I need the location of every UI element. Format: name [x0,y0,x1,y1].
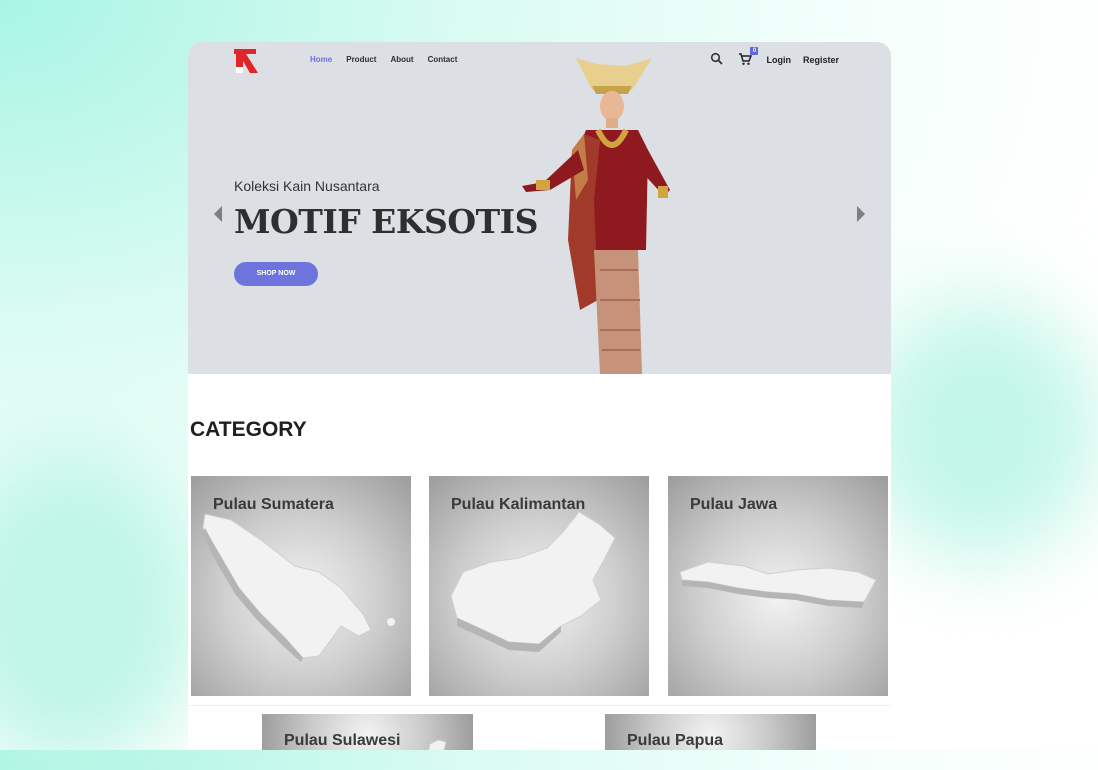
category-card-sulawesi[interactable]: Pulau Sulawesi [262,714,473,750]
category-label-jawa: Pulau Jawa [690,496,778,513]
search-icon[interactable] [710,52,726,68]
category-card-papua[interactable]: Pulau Papua [605,714,816,750]
category-label-sumatera: Pulau Sumatera [213,496,334,513]
category-label-kalimantan: Pulau Kalimantan [451,496,586,513]
carousel-next-arrow[interactable] [857,206,865,222]
nav-contact[interactable]: Contact [428,55,458,64]
hero-banner: Home Product About Contact 0 Login Regis… [188,42,891,374]
page-frame: Home Product About Contact 0 Login Regis… [188,42,891,750]
category-card-sumatera[interactable]: Pulau Sumatera [191,476,411,696]
cart-icon[interactable]: 0 [738,47,759,68]
category-title: CATEGORY [190,418,307,441]
nav-product[interactable]: Product [346,55,376,64]
main-nav: Home Product About Contact [310,55,457,64]
nav-about[interactable]: About [390,55,413,64]
carousel-prev-arrow[interactable] [214,206,222,222]
category-card-jawa[interactable]: Pulau Jawa [668,476,888,696]
section-divider [188,705,891,706]
login-link[interactable]: Login [766,55,791,65]
category-label-sulawesi: Pulau Sulawesi [284,732,401,749]
brand-logo[interactable] [232,47,262,75]
header-actions: 0 Login Register [710,47,839,68]
category-label-papua: Pulau Papua [627,732,724,749]
register-link[interactable]: Register [803,55,839,65]
shop-now-button[interactable]: SHOP NOW [234,262,318,286]
nav-home[interactable]: Home [310,55,332,64]
hero-headline: MOTIF EKSOTIS [234,202,538,241]
hero-model-image [522,58,670,374]
category-card-kalimantan[interactable]: Pulau Kalimantan [429,476,649,696]
cart-count-badge: 0 [750,47,759,55]
hero-subtitle: Koleksi Kain Nusantara [234,178,380,194]
